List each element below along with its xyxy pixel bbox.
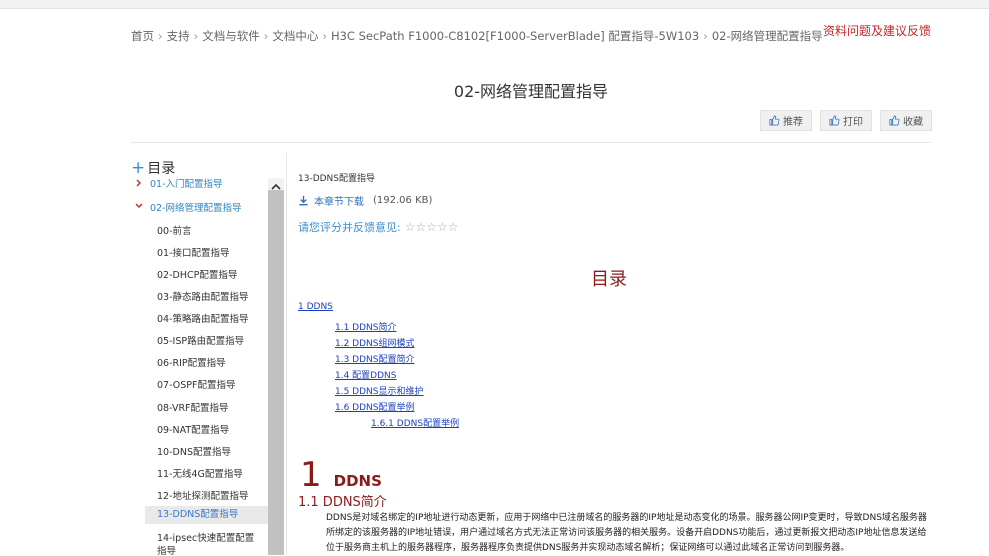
breadcrumb-home[interactable]: 首页 bbox=[131, 29, 154, 43]
content-divider bbox=[286, 153, 287, 555]
header-divider bbox=[131, 142, 931, 143]
chevron-right-icon: › bbox=[193, 29, 199, 43]
doc-toc-link[interactable]: 1.6 DDNS配置举例 bbox=[335, 400, 414, 413]
thumbs-up-icon bbox=[829, 115, 840, 126]
chevron-down-icon bbox=[135, 203, 143, 208]
download-icon bbox=[299, 195, 308, 206]
doc-toc-link[interactable]: 1.4 配置DDNS bbox=[335, 368, 396, 381]
star-icon[interactable]: ☆ bbox=[448, 220, 459, 234]
heading-1: 1 DDNS bbox=[300, 455, 382, 495]
chevron-right-icon bbox=[136, 179, 141, 187]
favorite-label: 收藏 bbox=[903, 117, 923, 128]
favorite-button[interactable]: 收藏 bbox=[880, 110, 932, 131]
toc-item[interactable]: 05-ISP路由配置指导 bbox=[157, 333, 286, 347]
toc-item[interactable]: 01-接口配置指导 bbox=[157, 245, 286, 259]
toc-item[interactable]: 11-无线4G配置指导 bbox=[157, 466, 286, 480]
breadcrumb-support[interactable]: 支持 bbox=[167, 29, 190, 43]
toc-sidebar: 01-入门配置指导 02-网络管理配置指导 00-前言 01-接口配置指导 02… bbox=[131, 178, 286, 555]
breadcrumb-current[interactable]: 02-网络管理配置指导 bbox=[712, 29, 823, 43]
print-button[interactable]: 打印 bbox=[820, 110, 872, 131]
heading-1-number: 1 bbox=[300, 455, 322, 495]
heading-1-text: DDNS bbox=[333, 472, 382, 490]
star-icon[interactable]: ☆ bbox=[405, 220, 416, 234]
thumbs-up-icon bbox=[769, 115, 780, 126]
rating-label: 请您评分并反馈意见: bbox=[298, 221, 401, 234]
download-row: 本章节下载 (192.06 KB) bbox=[298, 193, 432, 208]
chevron-right-icon: › bbox=[703, 29, 708, 43]
toc-item-l1-expanded[interactable]: 02-网络管理配置指导 bbox=[150, 200, 285, 214]
download-link[interactable]: 本章节下载 bbox=[314, 193, 364, 208]
sidebar-scrollbar[interactable] bbox=[268, 178, 284, 555]
toc-item[interactable]: 03-静态路由配置指导 bbox=[157, 289, 286, 303]
toc-item[interactable]: 09-NAT配置指导 bbox=[157, 422, 286, 436]
rating-row: 请您评分并反馈意见: ☆ ☆ ☆ ☆ ☆ bbox=[298, 219, 459, 235]
scrollbar-thumb[interactable] bbox=[268, 190, 284, 555]
doc-toc-link[interactable]: 1.2 DDNS组网模式 bbox=[335, 336, 414, 349]
toc-item[interactable]: 07-OSPF配置指导 bbox=[157, 377, 286, 391]
toc-item[interactable]: 10-DNS配置指导 bbox=[157, 444, 286, 458]
star-icon[interactable]: ☆ bbox=[437, 220, 448, 234]
action-bar: 推荐 打印 收藏 bbox=[760, 110, 932, 131]
toc-item[interactable]: 14-ipsec快速配置配置指导 bbox=[157, 532, 257, 555]
feedback-link[interactable]: 资料问题及建议反馈 bbox=[823, 22, 931, 39]
chevron-right-icon: › bbox=[263, 29, 269, 43]
section-name: 13-DDNS配置指导 bbox=[298, 174, 376, 184]
doc-toc-link[interactable]: 1.1 DDNS简介 bbox=[335, 320, 396, 333]
print-label: 打印 bbox=[843, 117, 863, 128]
doc-toc-link[interactable]: 1 DDNS bbox=[298, 302, 333, 312]
top-bar bbox=[0, 0, 989, 9]
toc-item[interactable]: 08-VRF配置指导 bbox=[157, 400, 286, 414]
doc-toc-link[interactable]: 1.5 DDNS显示和维护 bbox=[335, 384, 423, 397]
toc-item[interactable]: 06-RIP配置指导 bbox=[157, 355, 286, 369]
rating-stars: ☆ ☆ ☆ ☆ ☆ bbox=[405, 220, 459, 234]
star-icon[interactable]: ☆ bbox=[426, 220, 437, 234]
toc-item[interactable]: 12-地址探测配置指导 bbox=[157, 488, 286, 502]
toc-item-active[interactable]: 13-DDNS配置指导 bbox=[145, 506, 279, 524]
download-size: (192.06 KB) bbox=[373, 195, 433, 206]
heading-2: 1.1 DDNS简介 bbox=[298, 495, 387, 510]
recommend-button[interactable]: 推荐 bbox=[760, 110, 812, 131]
doc-toc-title: 目录 bbox=[591, 269, 627, 290]
breadcrumb-doc-center[interactable]: 文档中心 bbox=[272, 29, 318, 43]
breadcrumb-product-guide[interactable]: H3C SecPath F1000-C8102[F1000-ServerBlad… bbox=[331, 29, 699, 43]
toc-heading[interactable]: + 目录 bbox=[131, 158, 175, 178]
toc-item-l1[interactable]: 01-入门配置指导 bbox=[150, 178, 285, 190]
breadcrumb-docs-software[interactable]: 文档与软件 bbox=[202, 29, 260, 43]
page-title: 02-网络管理配置指导 bbox=[453, 82, 609, 101]
toc-heading-label: 目录 bbox=[147, 161, 176, 177]
chevron-right-icon: › bbox=[158, 29, 163, 43]
star-icon[interactable]: ☆ bbox=[415, 220, 426, 234]
toc-item[interactable]: 04-策略路由配置指导 bbox=[157, 311, 286, 325]
recommend-label: 推荐 bbox=[783, 117, 803, 128]
body-paragraph: DDNS是对域名绑定的IP地址进行动态更新，应用于网络中已注册域名的服务器的IP… bbox=[326, 513, 927, 553]
chevron-right-icon: › bbox=[322, 29, 327, 43]
breadcrumb: 首页 › 支持 › 文档与软件 › 文档中心 › H3C SecPath F1000-C8102… bbox=[131, 28, 823, 44]
thumbs-up-icon bbox=[889, 115, 900, 126]
toc-item[interactable]: 00-前言 bbox=[157, 223, 286, 237]
plus-icon: + bbox=[131, 158, 146, 178]
doc-toc-link[interactable]: 1.6.1 DDNS配置举例 bbox=[371, 416, 459, 429]
doc-toc-link[interactable]: 1.3 DDNS配置简介 bbox=[335, 352, 414, 365]
